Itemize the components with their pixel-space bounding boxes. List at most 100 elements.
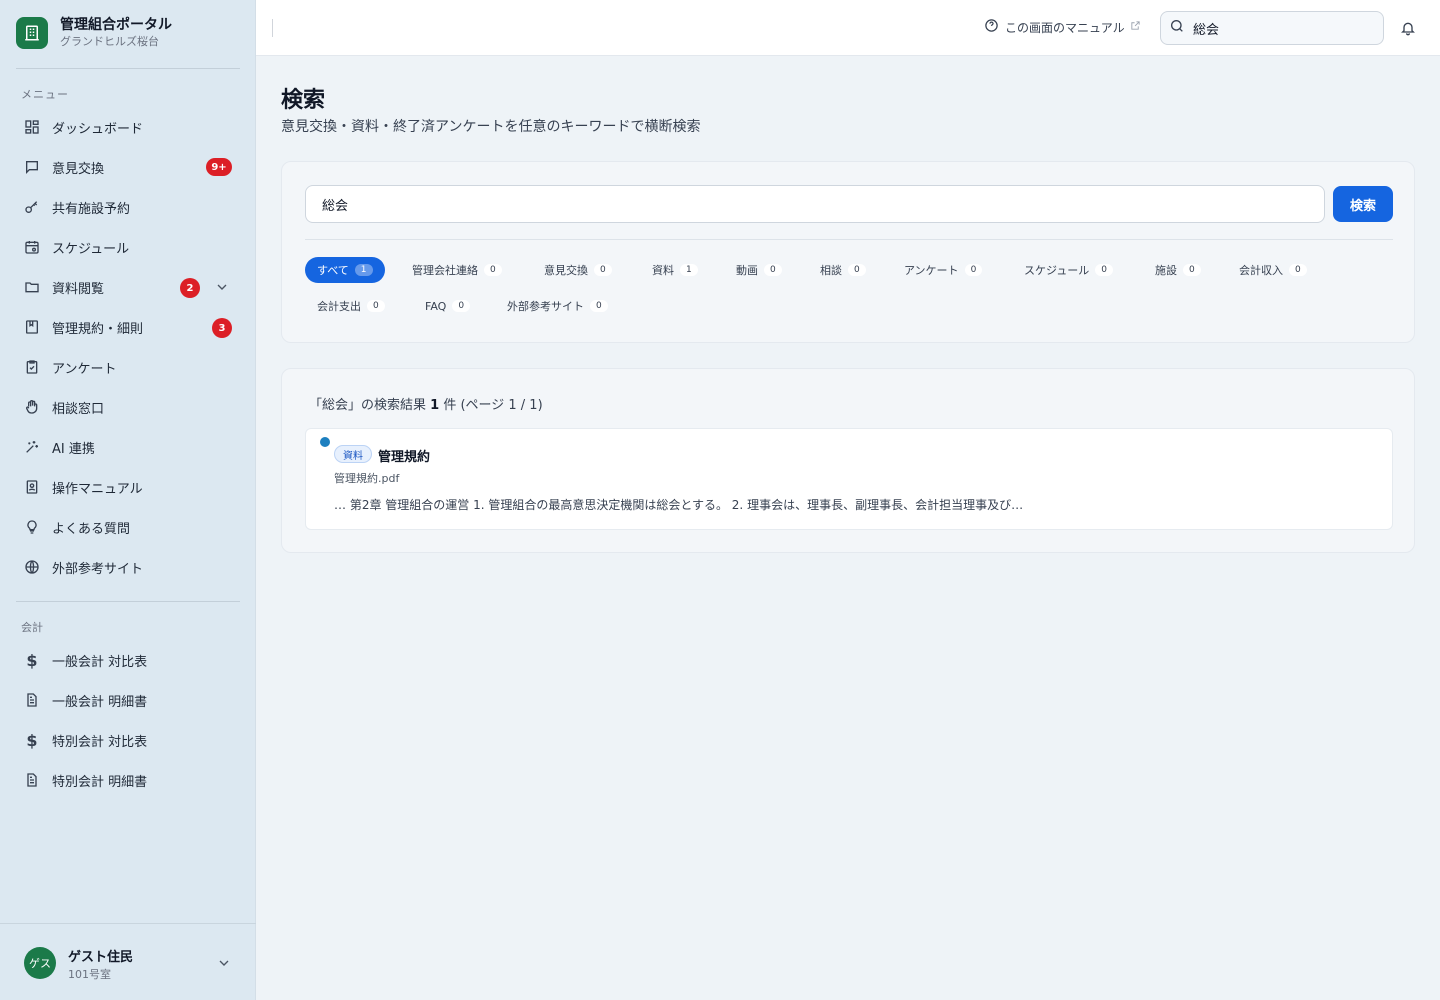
result-snippet: … 第2章 管理組合の運営 1. 管理組合の最高意思決定機関は総会とする。 2.…	[334, 498, 1024, 512]
filter-label: 施設	[1155, 264, 1177, 277]
search-button[interactable]: 検索	[1333, 186, 1393, 222]
filter-count: 1	[680, 264, 698, 276]
folder-icon	[24, 279, 40, 295]
unread-badge: 9+	[206, 158, 232, 176]
result-item[interactable]: 資料 管理規約 管理規約.pdf … 第2章 管理組合の運営 1. 管理組合の最…	[305, 428, 1393, 530]
sidebar-item-label: よくある質問	[52, 521, 131, 537]
sidebar-item-dashboard[interactable]: ダッシュボード	[16, 109, 240, 145]
book-icon	[24, 319, 40, 335]
filter-chip-documents[interactable]: 資料 1	[640, 257, 710, 283]
sidebar-item-label: ダッシュボード	[52, 121, 144, 137]
sparkle-icon	[24, 439, 40, 455]
sidebar-item-label: 操作マニュアル	[52, 481, 143, 497]
key-icon	[24, 199, 40, 215]
external-link-icon	[1130, 20, 1141, 34]
filter-chip-consultation[interactable]: 相談 0	[808, 257, 878, 283]
sidebar-item-faq[interactable]: よくある質問	[16, 509, 240, 545]
manual-link[interactable]: この画面のマニュアル	[984, 18, 1141, 36]
sidebar-item-label: 一般会計 明細書	[52, 694, 148, 710]
filter-label: アンケート	[904, 264, 959, 277]
sidebar-item-label: 意見交換	[52, 161, 105, 177]
filter-chip-management-notice[interactable]: 管理会社連絡 0	[400, 257, 514, 283]
globe-icon	[24, 559, 40, 575]
menu-section-label: メニュー	[21, 88, 69, 101]
brand[interactable]: 管理組合ポータル グランドヒルズ桜台	[16, 16, 172, 49]
filter-count: 0	[594, 264, 612, 276]
sidebar-item-bylaws[interactable]: 管理規約・細則 3	[16, 309, 240, 345]
filter-chip-discussion[interactable]: 意見交換 0	[532, 257, 624, 283]
filter-count: 0	[590, 300, 608, 312]
filter-label: 相談	[820, 264, 842, 277]
divider	[16, 601, 240, 602]
page-title: 検索	[281, 88, 326, 113]
sidebar-item-general-statement[interactable]: 一般会計 明細書	[16, 682, 240, 718]
accounting-section-label: 会計	[21, 621, 43, 634]
sidebar-item-special-statement[interactable]: 特別会計 明細書	[16, 762, 240, 798]
sidebar-item-facility[interactable]: 共有施設予約	[16, 189, 240, 225]
filter-chip-video[interactable]: 動画 0	[724, 257, 794, 283]
user-menu[interactable]: ゲス ゲスト住民 101号室	[0, 923, 256, 1000]
sidebar-item-label: 資料閲覧	[52, 281, 105, 297]
clipboard-icon	[24, 359, 40, 375]
manual-icon	[24, 479, 40, 495]
result-summary: 「総会」の検索結果 1 件 (ページ 1 / 1)	[309, 394, 543, 413]
sidebar-item-label: 特別会計 明細書	[52, 774, 148, 790]
dollar-icon: $	[26, 730, 38, 750]
chevron-down-icon[interactable]	[214, 279, 230, 295]
filter-chip-expense[interactable]: 会計支出 0	[305, 293, 397, 319]
sidebar-item-label: アンケート	[52, 361, 117, 377]
help-circle-icon	[984, 18, 999, 36]
document-icon	[24, 772, 40, 788]
filter-count: 1	[354, 264, 373, 276]
main-search[interactable]	[305, 185, 1325, 223]
divider	[305, 239, 1393, 240]
filter-chip-all[interactable]: すべて 1	[305, 257, 385, 283]
filter-label: 意見交換	[544, 264, 588, 277]
filter-chip-schedule[interactable]: スケジュール 0	[1012, 257, 1125, 283]
sidebar-item-ai[interactable]: AI 連携	[16, 429, 240, 465]
chat-icon	[24, 159, 40, 175]
filter-count: 0	[1095, 264, 1113, 276]
filter-count: 0	[764, 264, 782, 276]
summary-count: 1	[430, 398, 440, 413]
sidebar-item-external[interactable]: 外部参考サイト	[16, 549, 240, 585]
sidebar-item-survey[interactable]: アンケート	[16, 349, 240, 385]
header-search[interactable]	[1160, 11, 1384, 45]
filter-chip-income[interactable]: 会計収入 0	[1227, 257, 1319, 283]
search-panel: 検索 すべて 1 管理会社連絡 0 意見交換 0 資料 1 動画 0 相談 0 アンケート 0…	[281, 161, 1415, 343]
filter-chip-external[interactable]: 外部参考サイト 0	[495, 293, 620, 319]
sidebar-item-label: AI 連携	[52, 441, 95, 457]
filter-label: 資料	[652, 264, 674, 277]
sidebar-item-discussion[interactable]: 意見交換 9+	[16, 149, 240, 185]
divider	[272, 19, 273, 37]
filter-count: 0	[367, 300, 385, 312]
document-icon	[24, 692, 40, 708]
hand-icon	[24, 399, 40, 415]
lightbulb-icon	[24, 519, 40, 535]
sidebar-item-label: 相談窓口	[52, 401, 105, 417]
filter-count: 0	[964, 264, 983, 276]
bell-icon[interactable]	[1400, 20, 1416, 36]
filter-chip-facility[interactable]: 施設 0	[1143, 257, 1213, 283]
sidebar-item-schedule[interactable]: スケジュール	[16, 229, 240, 265]
filter-label: 会計支出	[317, 300, 361, 313]
sidebar-item-consultation[interactable]: 相談窓口	[16, 389, 240, 425]
unread-badge: 2	[180, 278, 200, 298]
header-search-input[interactable]	[1193, 20, 1373, 36]
filter-count: 0	[1289, 264, 1307, 276]
filter-chip-faq[interactable]: FAQ 0	[413, 293, 482, 319]
result-title[interactable]: 管理規約	[378, 446, 430, 465]
sidebar-item-documents[interactable]: 資料閲覧 2	[16, 269, 240, 305]
manual-link-label: この画面のマニュアル	[1005, 20, 1125, 35]
sidebar-item-special-comparison[interactable]: $ 特別会計 対比表	[16, 722, 240, 758]
filter-count: 0	[452, 300, 471, 312]
sidebar-item-manual[interactable]: 操作マニュアル	[16, 469, 240, 505]
main-search-input[interactable]	[322, 196, 1302, 212]
chevron-down-icon[interactable]	[216, 955, 232, 971]
result-filename: 管理規約.pdf	[334, 472, 400, 485]
filter-chip-survey[interactable]: アンケート 0	[892, 257, 994, 283]
dashboard-icon	[24, 119, 40, 135]
filter-count: 0	[848, 264, 866, 276]
sidebar-item-general-comparison[interactable]: $ 一般会計 対比表	[16, 642, 240, 678]
filter-label: FAQ	[425, 299, 447, 313]
